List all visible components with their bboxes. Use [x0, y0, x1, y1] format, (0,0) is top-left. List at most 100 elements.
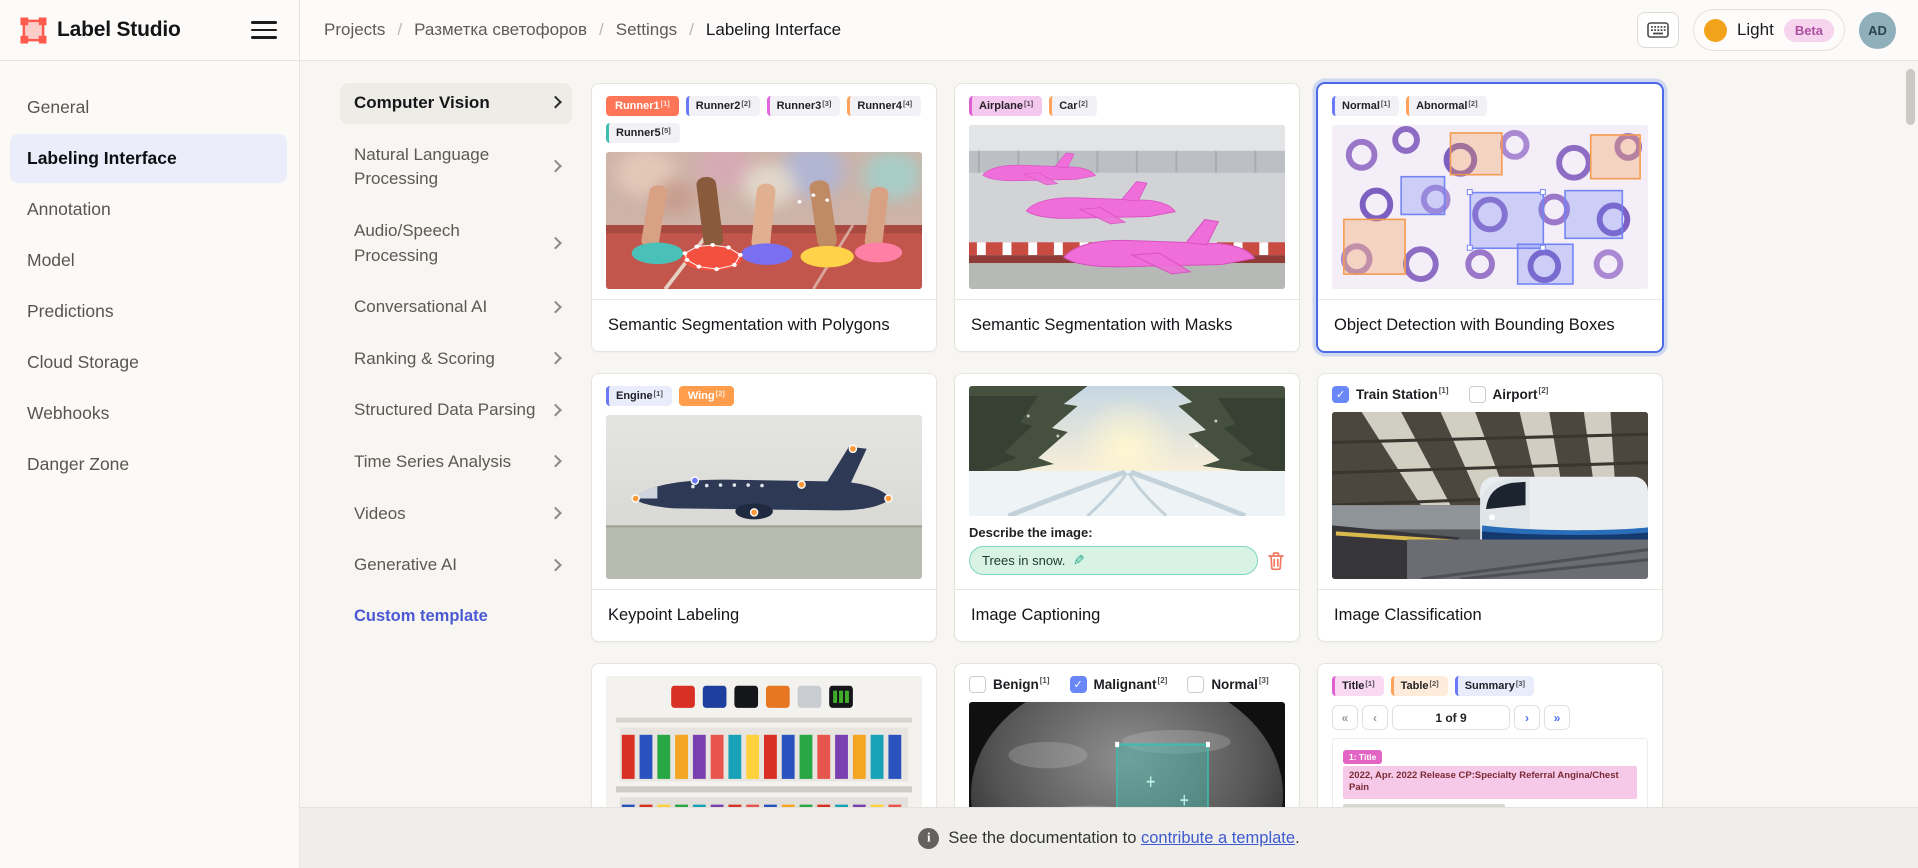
document-title-highlight: 2022, Apr. 2022 Release CP:Specialty Ref…: [1343, 766, 1637, 799]
template-card-title: Object Detection with Bounding Boxes: [1318, 299, 1662, 351]
template-card-title: Semantic Segmentation with Polygons: [592, 299, 936, 351]
last-page-button[interactable]: »: [1544, 705, 1570, 730]
template-grid: Runner1[1] Runner2[2] Runner3[3] Runner4…: [591, 83, 1663, 868]
checkbox-unchecked-icon: [1469, 386, 1486, 403]
tag-car: Car[2]: [1049, 96, 1097, 116]
theme-toggle[interactable]: Light Beta: [1693, 9, 1845, 51]
breadcrumb-separator: /: [689, 20, 694, 40]
preview-image-jet: [606, 415, 922, 579]
label-tags: Title[1] Table[2] Summary[3]: [1332, 676, 1648, 696]
tag-runner5: Runner5[5]: [606, 123, 680, 143]
tag-title: Title[1]: [1332, 676, 1384, 696]
template-card-image-captioning[interactable]: Describe the image: Trees in snow. ✎: [954, 373, 1300, 642]
category-generative-ai[interactable]: Generative AI: [340, 545, 572, 586]
breadcrumb-projects[interactable]: Projects: [324, 20, 385, 40]
brand-area: Label Studio: [0, 0, 300, 60]
chevron-right-icon: [549, 160, 562, 173]
chevron-right-icon: [549, 455, 562, 468]
caption-text-input[interactable]: Trees in snow. ✎: [969, 546, 1258, 575]
page-navigation: « ‹ 1 of 9 › »: [1332, 705, 1648, 730]
breadcrumb-project-name[interactable]: Разметка светофоров: [414, 20, 587, 40]
category-audio-speech-processing[interactable]: Audio/Speech Processing: [340, 211, 572, 276]
template-card-image-classification[interactable]: Train Station[1] Airport[2]: [1317, 373, 1663, 642]
tag-wing: Wing[2]: [679, 386, 734, 406]
preview-image-snow-forest: [969, 386, 1285, 516]
tag-table: Table[2]: [1391, 676, 1448, 696]
sidebar-item-predictions[interactable]: Predictions: [10, 287, 287, 336]
sidebar-item-danger-zone[interactable]: Danger Zone: [10, 440, 287, 489]
theme-color-dot-icon: [1704, 19, 1727, 42]
tag-runner3: Runner3[3]: [767, 96, 841, 116]
checkbox-checked-icon: [1070, 676, 1087, 693]
checkbox-normal[interactable]: Normal[3]: [1187, 676, 1268, 693]
edit-pencil-icon[interactable]: ✎: [1073, 552, 1085, 569]
checkbox-airport[interactable]: Airport[2]: [1469, 386, 1549, 403]
breadcrumb-separator: /: [397, 20, 402, 40]
documentation-footer: See the documentation to contribute a te…: [300, 807, 1918, 868]
label-tags: Airplane[1] Car[2]: [969, 96, 1285, 116]
tag-runner4: Runner4[4]: [847, 96, 921, 116]
template-categories: Computer Vision Natural Language Process…: [340, 83, 572, 637]
sidebar-item-labeling-interface[interactable]: Labeling Interface: [10, 134, 287, 183]
template-card-title: Semantic Segmentation with Masks: [955, 299, 1299, 351]
top-bar: Label Studio Projects / Разметка светофо…: [0, 0, 1918, 61]
document-region-tag: 1: Title: [1343, 750, 1382, 764]
chevron-right-icon: [549, 404, 562, 417]
contribute-template-link[interactable]: contribute a template: [1141, 829, 1295, 847]
tag-engine: Engine[1]: [606, 386, 672, 406]
preview-image-runners: [606, 152, 922, 289]
category-structured-data-parsing[interactable]: Structured Data Parsing: [340, 390, 572, 431]
category-videos[interactable]: Videos: [340, 494, 572, 535]
info-icon: [918, 828, 939, 849]
category-ranking-scoring[interactable]: Ranking & Scoring: [340, 339, 572, 380]
tag-runner1: Runner1[1]: [606, 96, 679, 116]
page-counter: 1 of 9: [1392, 705, 1510, 730]
beta-badge: Beta: [1784, 19, 1834, 42]
chevron-right-icon: [549, 507, 562, 520]
sidebar-item-cloud-storage[interactable]: Cloud Storage: [10, 338, 287, 387]
vertical-scrollbar[interactable]: [1906, 69, 1915, 125]
caption-prompt-label: Describe the image:: [969, 525, 1285, 540]
template-card-semantic-segmentation-masks[interactable]: Airplane[1] Car[2]: [954, 83, 1300, 352]
preview-image-airplanes: [969, 125, 1285, 289]
next-page-button[interactable]: ›: [1514, 705, 1540, 730]
first-page-button[interactable]: «: [1332, 705, 1358, 730]
template-card-keypoint-labeling[interactable]: Engine[1] Wing[2]: [591, 373, 937, 642]
chevron-right-icon: [549, 558, 562, 571]
category-custom-template[interactable]: Custom template: [340, 597, 572, 637]
category-computer-vision[interactable]: Computer Vision: [340, 83, 572, 124]
label-tags: Engine[1] Wing[2]: [606, 386, 922, 406]
previous-page-button[interactable]: ‹: [1362, 705, 1388, 730]
template-card-semantic-segmentation-polygons[interactable]: Runner1[1] Runner2[2] Runner3[3] Runner4…: [591, 83, 937, 352]
sidebar-item-general[interactable]: General: [10, 83, 287, 132]
checkbox-unchecked-icon: [1187, 676, 1204, 693]
chevron-right-icon: [549, 300, 562, 313]
category-natural-language-processing[interactable]: Natural Language Processing: [340, 135, 572, 200]
template-card-title: Image Captioning: [955, 589, 1299, 641]
tag-abnormal: Abnormal[2]: [1406, 96, 1487, 116]
avatar[interactable]: AD: [1859, 12, 1896, 49]
category-conversational-ai[interactable]: Conversational AI: [340, 287, 572, 328]
theme-label: Light: [1737, 20, 1774, 40]
checkbox-train-station[interactable]: Train Station[1]: [1332, 386, 1449, 403]
sidebar-item-model[interactable]: Model: [10, 236, 287, 285]
classification-options: Train Station[1] Airport[2]: [1332, 386, 1648, 403]
keyboard-shortcuts-button[interactable]: [1637, 12, 1679, 48]
breadcrumb-separator: /: [599, 20, 604, 40]
app-title: Label Studio: [57, 18, 181, 42]
hamburger-menu-icon[interactable]: [251, 19, 279, 41]
preview-image-blood-cells: [1332, 125, 1648, 289]
breadcrumb-labeling-interface: Labeling Interface: [706, 20, 841, 40]
keyboard-icon: [1647, 22, 1669, 38]
footer-text: See the documentation to contribute a te…: [948, 829, 1299, 848]
template-card-object-detection-bounding-boxes[interactable]: Normal[1] Abnormal[2]: [1317, 83, 1663, 352]
category-time-series-analysis[interactable]: Time Series Analysis: [340, 442, 572, 483]
delete-trash-icon[interactable]: [1267, 551, 1285, 571]
checkbox-checked-icon: [1332, 386, 1349, 403]
tag-airplane: Airplane[1]: [969, 96, 1042, 116]
checkbox-malignant[interactable]: Malignant[2]: [1070, 676, 1168, 693]
breadcrumb-settings[interactable]: Settings: [616, 20, 677, 40]
sidebar-item-webhooks[interactable]: Webhooks: [10, 389, 287, 438]
sidebar-item-annotation[interactable]: Annotation: [10, 185, 287, 234]
checkbox-benign[interactable]: Benign[1]: [969, 676, 1050, 693]
